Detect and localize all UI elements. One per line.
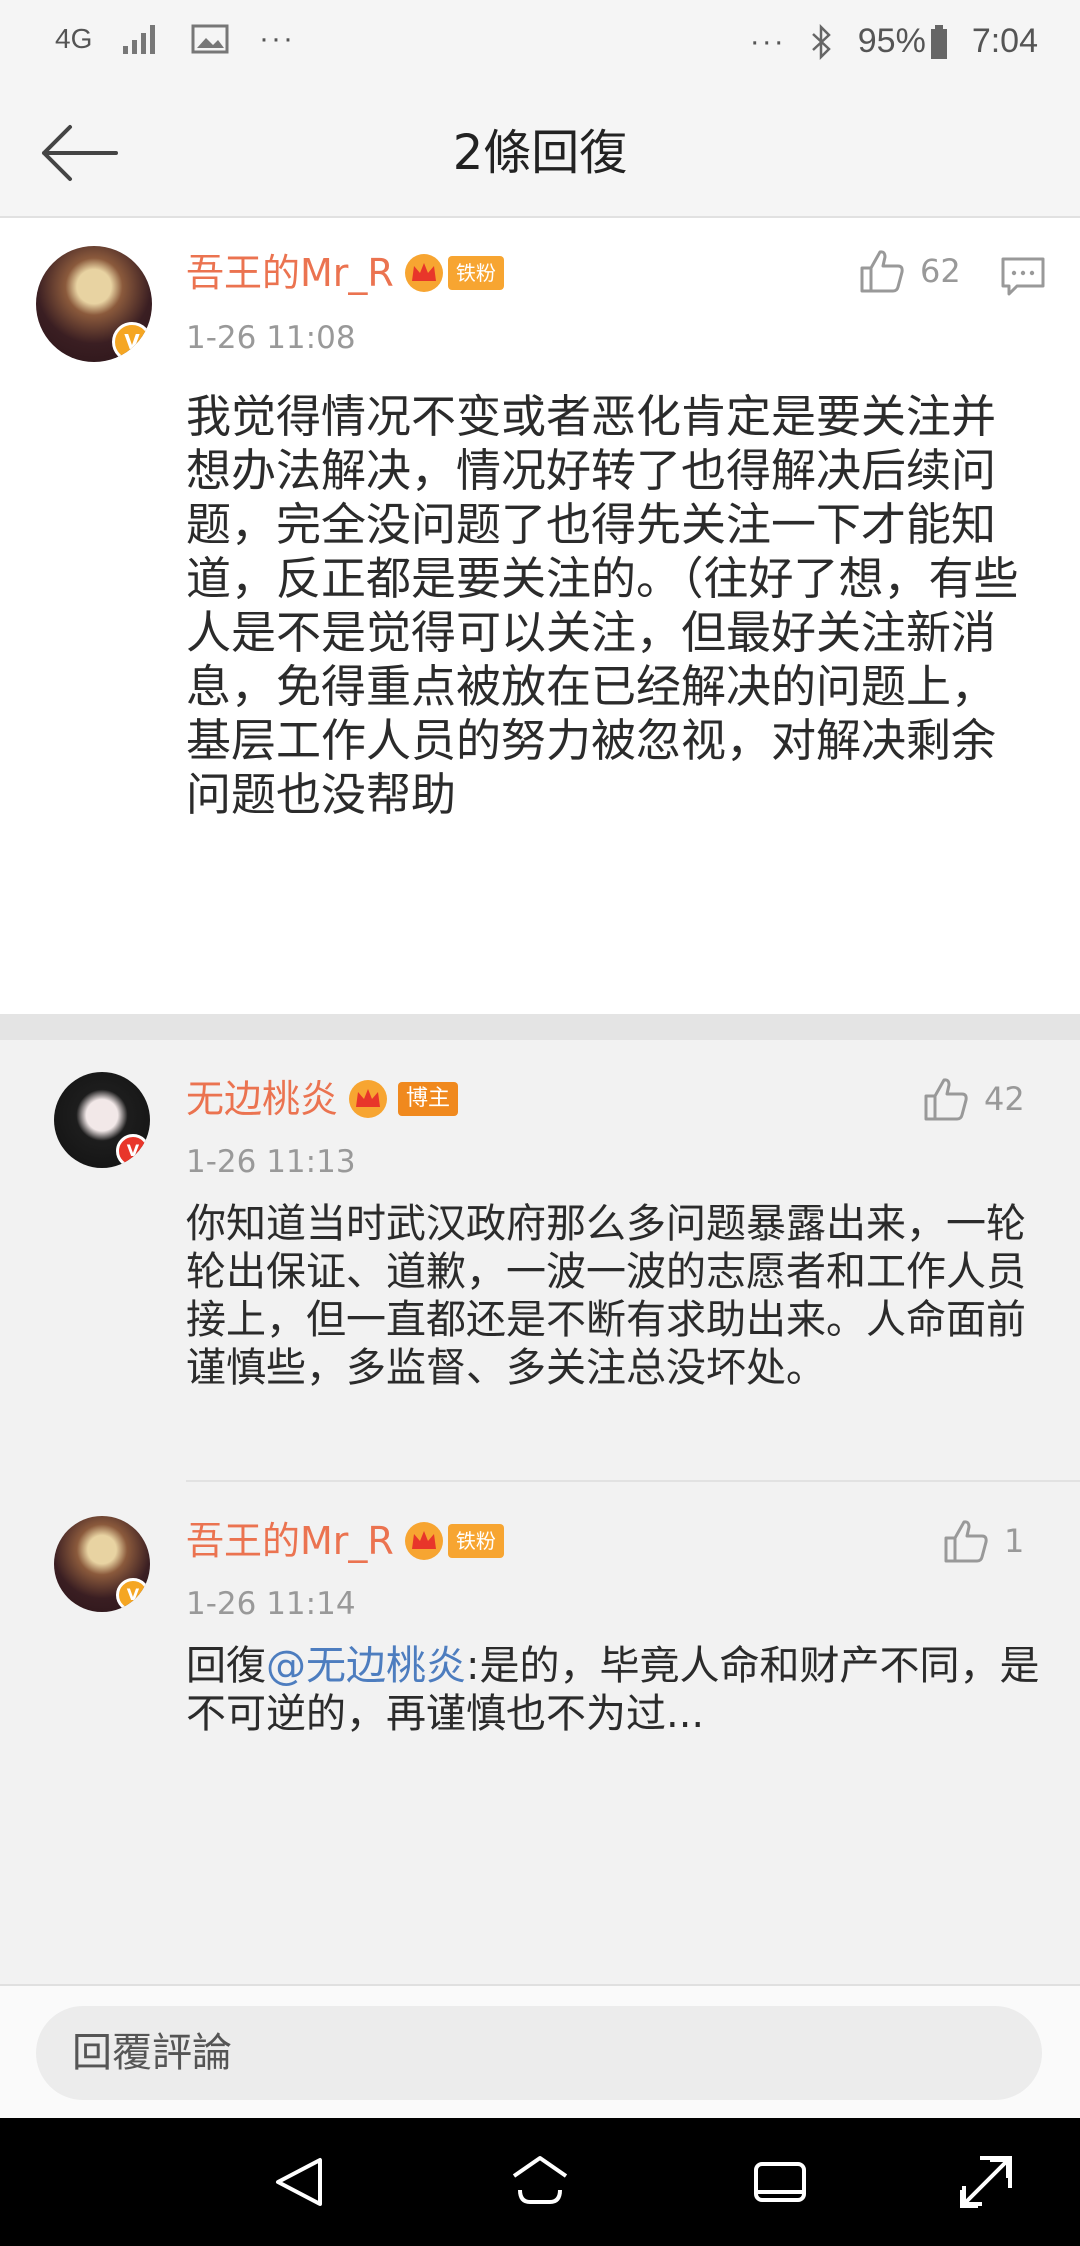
nav-back-icon <box>276 2158 322 2206</box>
crown-icon <box>404 1522 443 1560</box>
like-icon <box>924 1078 968 1121</box>
reply-text: 你知道当时武汉政府那么多问题暴露出来，一轮轮出保证、道歉，一波一波的志愿者和工作… <box>186 1201 1026 1391</box>
reply-input-bar: 回覆評論 <box>0 1984 1080 2120</box>
verified-badge-icon: V <box>116 1578 150 1612</box>
nav-expand-button[interactable] <box>956 2152 1016 2212</box>
reply-prefix: 回復 <box>186 1643 266 1689</box>
main-comment: V 吾王的Mr_R 铁粉 1-26 11:08 62 我觉得情况不变或者恶化肯定… <box>0 218 1080 1014</box>
fan-badge: 铁粉 <box>447 256 504 290</box>
page-title: 2條回復 <box>452 125 628 181</box>
like-button[interactable]: 62 <box>858 248 961 294</box>
battery-percent: 95% <box>857 22 926 60</box>
crown-icon <box>404 254 443 292</box>
like-count: 1 <box>1004 1522 1025 1560</box>
nav-recents-button[interactable] <box>750 2152 810 2212</box>
avatar[interactable]: V <box>36 246 152 362</box>
network-4g-label: 4G <box>55 23 93 54</box>
nav-home-icon <box>512 2156 568 2204</box>
more-status-icon: ··· <box>749 24 786 58</box>
username[interactable]: 无边桃炎 <box>186 1074 338 1124</box>
reply-divider <box>186 1480 1080 1482</box>
replies-list: V 无边桃炎 博主 1-26 11:13 42 你知道当时武汉政府那么多问题暴露… <box>0 1040 1080 1984</box>
clock: 7:04 <box>971 22 1038 60</box>
nav-recents-icon <box>754 2162 806 2202</box>
verified-badge-icon: V <box>112 322 152 362</box>
bluetooth-icon <box>811 23 831 60</box>
system-nav-bar <box>0 2118 1080 2246</box>
username[interactable]: 吾王的Mr_R <box>186 248 394 298</box>
nav-back-button[interactable] <box>270 2152 330 2212</box>
avatar[interactable]: V <box>54 1516 150 1612</box>
status-bar: 4G ··· ··· 95% 7:04 <box>0 0 1080 90</box>
comment-time: 1-26 11:08 <box>186 320 356 356</box>
nav-home-button[interactable] <box>510 2152 570 2212</box>
verified-badge-icon: V <box>116 1134 150 1168</box>
fan-badge: 铁粉 <box>447 1524 504 1558</box>
gallery-icon <box>191 24 229 54</box>
reply-time: 1-26 11:13 <box>186 1144 356 1180</box>
crown-icon <box>349 1080 388 1118</box>
reply-input[interactable]: 回覆評論 <box>36 2006 1042 2100</box>
more-notifications-icon: ··· <box>259 22 295 55</box>
header-bar: 2條回復 <box>0 90 1080 218</box>
like-count: 62 <box>920 252 961 290</box>
comment-text: 我觉得情况不变或者恶化肯定是要关注并想办法解决，情况好转了也得解决后续问题，完全… <box>186 390 1019 821</box>
signal-icon <box>123 25 155 54</box>
username[interactable]: 吾王的Mr_R <box>186 1516 394 1566</box>
reply-text: 回復@无边桃炎:是的，毕竟人命和财产不同，是不可逆的，再谨慎也不为过... <box>186 1642 1046 1738</box>
reply-time: 1-26 11:14 <box>186 1586 356 1622</box>
battery-icon <box>930 24 947 59</box>
reply-bubble-icon <box>1001 257 1045 296</box>
mention-link[interactable]: @无边桃炎 <box>266 1643 466 1689</box>
section-divider <box>0 1014 1080 1040</box>
host-badge: 博主 <box>398 1082 459 1116</box>
like-count: 42 <box>984 1080 1025 1118</box>
like-icon <box>944 1520 988 1563</box>
avatar[interactable]: V <box>54 1072 150 1168</box>
reply-button[interactable] <box>1000 256 1046 298</box>
nav-expand-icon <box>960 2156 1012 2208</box>
like-button[interactable]: 1 <box>942 1518 1024 1564</box>
like-icon <box>860 250 904 293</box>
like-button[interactable]: 42 <box>922 1076 1025 1122</box>
